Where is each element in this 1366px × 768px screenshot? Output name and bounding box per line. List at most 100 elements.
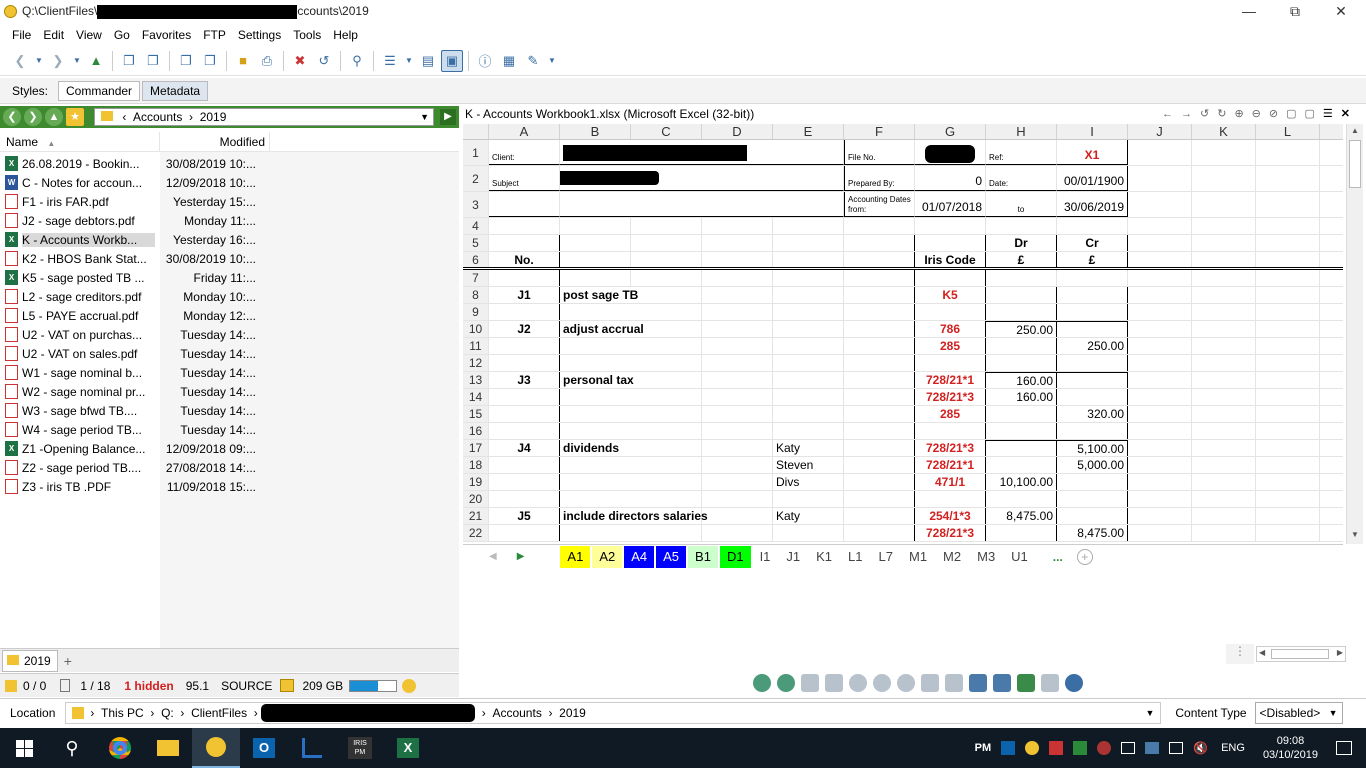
file-row[interactable]: L2 - sage creditors.pdf Monday 10:... bbox=[0, 287, 270, 306]
next-arrow-icon[interactable]: → bbox=[1181, 108, 1192, 120]
style-tab-commander[interactable]: Commander bbox=[58, 80, 141, 101]
window-icon[interactable]: ▢ bbox=[1305, 107, 1315, 120]
menu-go[interactable]: Go bbox=[108, 24, 136, 46]
zoom-out-icon[interactable]: ⊖ bbox=[1252, 107, 1261, 120]
file-row[interactable]: W3 - sage bfwd TB.... Tuesday 14:... bbox=[0, 401, 270, 420]
tray-shield-icon[interactable] bbox=[1073, 741, 1088, 755]
sheet-tab[interactable]: M3 bbox=[970, 546, 1002, 568]
copy-icon[interactable]: ❐ bbox=[175, 50, 197, 72]
scroll-thumb[interactable] bbox=[1349, 140, 1361, 188]
col-header[interactable]: G bbox=[915, 124, 986, 139]
menu-favorites[interactable]: Favorites bbox=[136, 24, 197, 46]
column-header-name[interactable]: Name ▲ bbox=[0, 131, 160, 152]
add-sheet-icon[interactable]: + bbox=[1076, 548, 1093, 565]
col-header[interactable]: L bbox=[1256, 124, 1320, 139]
crumb-2019[interactable]: 2019 bbox=[200, 110, 227, 124]
print-icon[interactable] bbox=[1041, 674, 1059, 692]
crumb-accounts[interactable]: Accounts bbox=[133, 110, 182, 124]
row-header[interactable]: 8 bbox=[463, 287, 489, 303]
tray-tool-icon[interactable] bbox=[1049, 741, 1064, 755]
image-icon[interactable] bbox=[1017, 674, 1035, 692]
scroll-up-icon[interactable]: ▲ bbox=[1347, 124, 1363, 138]
row-header[interactable]: 5 bbox=[463, 235, 489, 251]
spreadsheet[interactable]: A B C D E F G H I J K L 1 Client: File N… bbox=[463, 124, 1343, 544]
file-row[interactable]: Z3 - iris TB .PDF 11/09/2018 15:... bbox=[0, 477, 270, 496]
nav-favorite-icon[interactable]: ★ bbox=[66, 108, 84, 126]
tray-grid-icon[interactable] bbox=[1145, 742, 1160, 754]
outlook-icon[interactable]: O bbox=[240, 728, 288, 768]
page-icon[interactable]: ▢ bbox=[1286, 107, 1296, 120]
file-explorer-icon[interactable] bbox=[144, 728, 192, 768]
sheet-tab[interactable]: A5 bbox=[656, 545, 687, 568]
file-row[interactable]: F1 - iris FAR.pdf Yesterday 15:... bbox=[0, 192, 270, 211]
row-header[interactable]: 19 bbox=[463, 474, 489, 490]
nav-forward-icon[interactable]: ❯ bbox=[24, 108, 42, 126]
col-header[interactable]: K bbox=[1192, 124, 1256, 139]
more-tabs[interactable]: ... bbox=[1053, 550, 1063, 564]
file-row[interactable]: L5 - PAYE accrual.pdf Monday 12:... bbox=[0, 306, 270, 325]
restore-button[interactable]: ⧉ bbox=[1272, 0, 1318, 24]
file-row[interactable]: U2 - VAT on sales.pdf Tuesday 14:... bbox=[0, 344, 270, 363]
row-header[interactable]: 15 bbox=[463, 406, 489, 422]
tray-monitor-icon[interactable] bbox=[1121, 742, 1136, 754]
rotate-right-icon[interactable]: ↻ bbox=[1217, 107, 1226, 120]
metadata-icon[interactable]: ▦ bbox=[498, 50, 520, 72]
tray-volume-icon[interactable]: 🔇 bbox=[1193, 741, 1208, 755]
find-icon[interactable]: ⚲ bbox=[346, 50, 368, 72]
tray-circle-icon[interactable] bbox=[1097, 741, 1112, 755]
chevron-down-icon[interactable]: ▼ bbox=[1145, 708, 1154, 718]
tray-network-icon[interactable] bbox=[1169, 742, 1184, 754]
zoom-in-icon[interactable] bbox=[849, 674, 867, 692]
fit-page-icon[interactable] bbox=[825, 674, 843, 692]
location-path[interactable]: › This PC › Q: › ClientFiles › › Account… bbox=[65, 701, 1162, 724]
preview-pane-icon[interactable]: ▣ bbox=[441, 49, 463, 72]
settings-gear-icon[interactable] bbox=[1065, 674, 1083, 692]
crumb-q[interactable]: Q: bbox=[161, 706, 174, 720]
menu-icon[interactable]: ☰ bbox=[1323, 107, 1333, 120]
undo-icon[interactable]: ↺ bbox=[313, 50, 335, 72]
sheet-tab[interactable]: A1 bbox=[560, 545, 591, 568]
nav-up-icon[interactable]: ▲ bbox=[45, 108, 63, 126]
menu-file[interactable]: File bbox=[6, 24, 37, 46]
zoom-in-icon[interactable]: ⊕ bbox=[1234, 107, 1243, 120]
dropdown-icon[interactable]: ▼ bbox=[403, 50, 415, 72]
view-mode-icon[interactable]: ☰ bbox=[379, 50, 401, 72]
row-header[interactable]: 10 bbox=[463, 321, 489, 337]
file-row[interactable]: U2 - VAT on purchas... Tuesday 14:... bbox=[0, 325, 270, 344]
tray-app-icon[interactable] bbox=[1025, 741, 1040, 755]
tray-clock[interactable]: 09:08 03/10/2019 bbox=[1263, 734, 1318, 762]
row-header[interactable]: 21 bbox=[463, 508, 489, 524]
two-page-icon[interactable] bbox=[945, 674, 963, 692]
row-header[interactable]: 1 bbox=[463, 140, 489, 165]
row-header[interactable]: 18 bbox=[463, 457, 489, 473]
row-header[interactable]: 7 bbox=[463, 270, 489, 286]
row-header[interactable]: 4 bbox=[463, 218, 489, 234]
menu-settings[interactable]: Settings bbox=[232, 24, 287, 46]
col-header[interactable]: D bbox=[702, 124, 773, 139]
edit-icon[interactable]: ✎ bbox=[522, 50, 544, 72]
col-header[interactable]: B bbox=[560, 124, 631, 139]
file-row[interactable]: K2 - HBOS Bank Stat... 30/08/2019 10:... bbox=[0, 249, 270, 268]
copy-path-icon[interactable]: ❐ bbox=[118, 50, 140, 72]
row-header[interactable]: 20 bbox=[463, 491, 489, 507]
col-header[interactable]: F bbox=[844, 124, 915, 139]
folder-breadcrumb[interactable]: ‹ Accounts › 2019 ▼ bbox=[94, 108, 434, 126]
folder-tab-2019[interactable]: 2019 bbox=[2, 649, 58, 672]
crumb-clientfiles[interactable]: ClientFiles bbox=[191, 706, 247, 720]
search-icon[interactable]: ⚲ bbox=[48, 728, 96, 768]
delete-icon[interactable]: ✖ bbox=[289, 50, 311, 72]
lock-icon[interactable] bbox=[280, 679, 295, 692]
menu-tools[interactable]: Tools bbox=[287, 24, 327, 46]
excel-icon[interactable]: X bbox=[384, 728, 432, 768]
next-page-icon[interactable] bbox=[777, 674, 795, 692]
scroll-down-icon[interactable]: ▼ bbox=[1347, 530, 1363, 544]
zoom-reset-icon[interactable] bbox=[897, 674, 915, 692]
col-header[interactable]: E bbox=[773, 124, 844, 139]
file-row[interactable]: X K5 - sage posted TB ... Friday 11:... bbox=[0, 268, 270, 287]
prev-page-icon[interactable] bbox=[753, 674, 771, 692]
sheet-tab[interactable]: A4 bbox=[624, 545, 655, 568]
dropdown-icon[interactable]: ▼ bbox=[546, 50, 558, 72]
row-header[interactable]: 12 bbox=[463, 355, 489, 371]
horizontal-scrollbar[interactable]: ◀ ▶ bbox=[1256, 646, 1346, 662]
sheet-tab[interactable]: K1 bbox=[809, 546, 839, 568]
